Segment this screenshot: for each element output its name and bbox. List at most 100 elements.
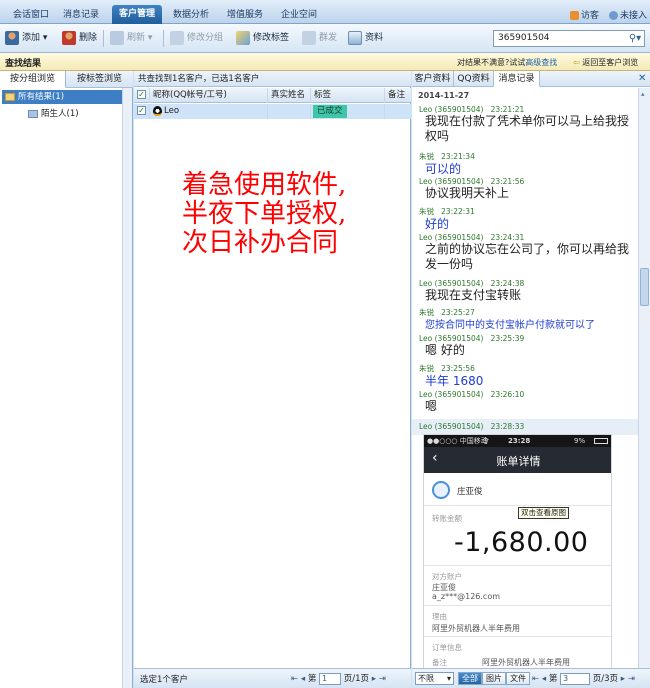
column-header-note[interactable]: 备注 — [385, 88, 411, 103]
toolbar-divider — [103, 30, 104, 47]
scroll-up-icon[interactable]: ▴ — [641, 90, 645, 98]
tab-qq-profile[interactable]: QQ资料 — [454, 71, 494, 87]
message-type-filter: 全部 图片 文件 — [458, 672, 530, 685]
first-page-icon[interactable]: ⇤ — [532, 674, 539, 684]
last-page-icon[interactable]: ⇥ — [379, 674, 386, 684]
folder-icon — [28, 109, 38, 118]
list-item: 朱锐 23:25:27 您按合同中的支付宝帐户付款就可以了 — [419, 307, 634, 333]
row-note — [385, 104, 411, 119]
tag-icon — [236, 30, 250, 45]
message-meta: Leo (365901504) 23:21:56 — [419, 177, 525, 186]
nav-tab-enterprise[interactable]: 企业空间 — [276, 6, 322, 24]
filter-all-button[interactable]: 全部 — [458, 672, 482, 685]
tab-customer-profile[interactable]: 客户资料 — [412, 71, 454, 87]
message-text: 半年 1680 — [425, 374, 484, 388]
mass-send-button[interactable]: 群发 — [302, 30, 337, 47]
message-footer: 不限 ▾ 全部 图片 文件 ⇤ ◂ 第 3 页/3页 ▸ ⇥ — [412, 668, 650, 688]
nav-tab-value-added[interactable]: 增值服务 — [222, 6, 268, 24]
chevron-down-icon: ▾ — [446, 674, 451, 683]
tab-by-tag[interactable]: 按标签浏览 — [66, 71, 133, 88]
row-checkbox[interactable]: ✓ — [134, 104, 150, 119]
delete-user-icon — [62, 30, 76, 45]
refresh-icon — [110, 30, 124, 45]
column-header-nickname[interactable]: 昵称(QQ帐号/工号) — [150, 88, 268, 103]
overlay-line: 半夜下单授权, — [182, 199, 347, 229]
tab-message-history[interactable]: 消息记录 — [494, 71, 540, 87]
tree-item-all-results[interactable]: 所有结果(1) — [2, 90, 122, 104]
search-input[interactable]: 365901504 — [493, 30, 645, 47]
advanced-search-link[interactable]: 高级查找 — [525, 58, 557, 67]
page-number-input[interactable]: 1 — [319, 672, 342, 685]
message-text: 我现在支付宝转账 — [425, 288, 522, 302]
message-meta: 朱锐 23:25:27 — [419, 308, 475, 317]
list-item: Leo (365901504) 23:25:39 嗯 好的 — [419, 334, 634, 358]
nav-tab-messages[interactable]: 消息记录 — [58, 6, 104, 24]
list-item: 朱锐 23:21:34 可以的 — [419, 151, 634, 177]
results-bar: 查找结果 对结果不满意?试试高级查找 ⇦ 返回至客户浏览 — [0, 53, 650, 71]
message-meta: 朱锐 23:25:56 — [419, 364, 475, 373]
pager: ⇤ ◂ 第 1 页/1页 ▸ ⇥ — [291, 672, 386, 685]
message-scrollbar[interactable]: ▴ — [638, 88, 650, 668]
filter-image-button[interactable]: 图片 — [482, 672, 506, 685]
prev-page-icon[interactable]: ◂ — [301, 674, 305, 684]
list-item: Leo (365901504) 23:28:33 — [412, 419, 638, 435]
tab-by-group[interactable]: 按分组浏览 — [0, 71, 66, 88]
nav-tab-session[interactable]: 会话窗口 — [8, 6, 54, 24]
delete-button[interactable]: 删除 — [62, 30, 97, 47]
visitor-link[interactable]: 访客 — [570, 8, 599, 21]
close-icon[interactable]: ✕ — [638, 73, 646, 84]
message-text: 可以的 — [425, 162, 462, 176]
nav-tab-customers[interactable]: 客户管理 — [112, 5, 162, 24]
profile-button[interactable]: 资料 — [348, 30, 383, 47]
add-button[interactable]: 添加 ▾ — [5, 30, 47, 47]
message-meta: 朱锐 23:21:34 — [419, 152, 475, 161]
next-page-icon[interactable]: ▸ — [621, 674, 625, 684]
status-badge: 已成交 — [313, 105, 347, 118]
payment-screenshot-image[interactable]: ●●○○○ 中国移动 令 23:28 9% ‹ 账单详情 庄亚俊 双击查看原图 … — [423, 434, 612, 688]
select-all-checkbox[interactable]: ✓ — [134, 88, 150, 103]
left-panel: 按分组浏览 按标签浏览 所有结果(1) 陌生人(1) — [0, 71, 133, 688]
column-header-tag[interactable]: 标签 — [311, 88, 385, 103]
next-page-icon[interactable]: ▸ — [372, 674, 376, 684]
top-nav: 会话窗口 消息记录 客户管理 数据分析 增值服务 企业空间 访客 未接入 — [0, 0, 650, 24]
refresh-button[interactable]: 刷新 ▾ — [110, 30, 152, 47]
list-item: Leo (365901504) 23:24:31 之前的协议忘在公司了，你可以再… — [419, 233, 634, 272]
tree-item-strangers[interactable]: 陌生人(1) — [28, 107, 79, 121]
phone-header: ‹ 账单详情 — [424, 447, 611, 473]
group-icon — [170, 30, 184, 45]
column-header-real-name[interactable]: 真实姓名 — [268, 88, 311, 103]
phone-status-bar: ●●○○○ 中国移动 令 23:28 9% — [424, 435, 611, 447]
wifi-icon: 令 — [482, 437, 489, 445]
amount-value: -1,680.00 — [454, 527, 589, 558]
customer-list-panel: 共查找到1名客户，已选1名客户 ✓ 昵称(QQ帐号/工号) 真实姓名 标签 备注… — [134, 71, 411, 688]
edit-group-button[interactable]: 修改分组 — [170, 30, 223, 47]
scroll-thumb[interactable] — [640, 268, 649, 306]
list-item: 朱锐 23:25:56 半年 1680 — [419, 363, 634, 389]
first-page-icon[interactable]: ⇤ — [291, 674, 298, 684]
user-status-icon — [609, 11, 618, 20]
row-tag: 已成交 — [311, 104, 385, 119]
overlay-annotation: 着急使用软件, 半夜下单授权, 次日补办合同 — [182, 171, 346, 258]
table-row[interactable]: ✓ Leo 已成交 — [134, 104, 411, 119]
nav-tab-analytics[interactable]: 数据分析 — [168, 6, 214, 24]
page-number-input[interactable]: 3 — [560, 672, 591, 685]
message-text: 好的 — [425, 217, 450, 231]
edit-tag-button[interactable]: 修改标签 — [236, 30, 289, 47]
list-item: Leo (365901504) 23:26:10 嗯 — [419, 390, 634, 414]
selected-count: 选定1个客户 — [140, 675, 188, 685]
last-page-icon[interactable]: ⇥ — [628, 674, 635, 684]
left-scrollbar[interactable] — [122, 88, 132, 688]
filter-file-button[interactable]: 文件 — [506, 672, 530, 685]
row-nickname: Leo — [150, 104, 268, 119]
status-link[interactable]: 未接入 — [609, 8, 647, 21]
filter-select[interactable]: 不限 ▾ — [415, 672, 454, 685]
profile-card-icon — [348, 30, 362, 45]
message-text: 您按合同中的支付宝帐户付款就可以了 — [425, 320, 595, 331]
prev-page-icon[interactable]: ◂ — [542, 674, 546, 684]
message-meta: Leo (365901504) 23:24:38 — [419, 279, 525, 288]
back-to-browse-link[interactable]: ⇦ 返回至客户浏览 — [573, 57, 638, 68]
message-meta: 朱锐 23:22:31 — [419, 207, 475, 216]
search-icon[interactable]: ⚲▾ — [626, 31, 644, 46]
folder-open-icon — [5, 92, 15, 101]
list-item: Leo (365901504) 23:21:21 我现在付款了凭术单你可以马上给… — [419, 105, 634, 144]
